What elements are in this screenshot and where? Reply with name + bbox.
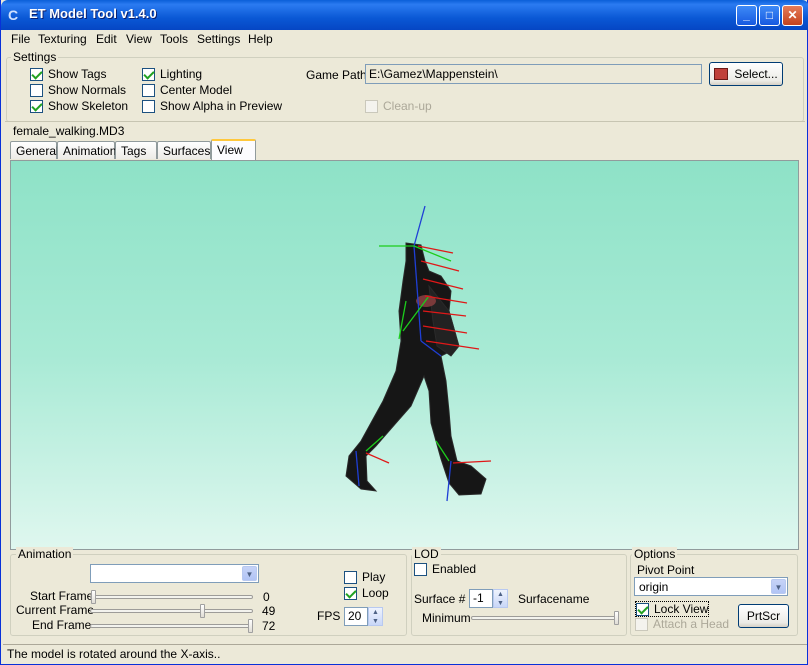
cleanup-checkbox[interactable]: Clean-up [365, 99, 432, 113]
pivot-point-label: Pivot Point [637, 563, 695, 577]
select-button[interactable]: Select... [709, 62, 783, 86]
lod-legend: LOD [412, 547, 441, 561]
animation-select[interactable]: ▼ [90, 564, 259, 583]
surfacename-label: Surfacename [518, 592, 590, 606]
tab-general[interactable]: General [10, 141, 59, 159]
menu-settings[interactable]: Settings [197, 32, 240, 46]
menu-file[interactable]: File [11, 32, 30, 46]
menu-view[interactable]: View [126, 32, 152, 46]
chevron-down-icon: ▼ [771, 579, 786, 594]
spin-up-icon: ▲ [497, 591, 504, 598]
game-path-field[interactable]: E:\Gamez\Mappenstein\ [365, 64, 702, 84]
surface-number-field[interactable]: -1 [469, 589, 493, 608]
end-frame-label: End Frame [32, 618, 92, 632]
animation-legend: Animation [16, 547, 74, 561]
center-model-checkbox[interactable]: Center Model [142, 83, 232, 97]
maximize-button[interactable]: □ [759, 5, 780, 26]
show-skeleton-checkbox[interactable]: Show Skeleton [30, 99, 128, 113]
loop-checkbox[interactable]: Loop [344, 586, 389, 600]
menu-help[interactable]: Help [248, 32, 273, 46]
start-frame-slider[interactable] [90, 590, 253, 604]
pivot-point-select[interactable]: origin ▼ [634, 577, 788, 596]
show-alpha-checkbox[interactable]: Show Alpha in Preview [142, 99, 282, 113]
menu-edit[interactable]: Edit [96, 32, 117, 46]
prtscr-button[interactable]: PrtScr [738, 604, 789, 628]
lod-minimum-slider[interactable] [471, 611, 619, 625]
select-folder-icon [714, 68, 729, 80]
menu-tools[interactable]: Tools [160, 32, 188, 46]
close-button[interactable]: ✕ [782, 5, 803, 26]
play-checkbox[interactable]: Play [344, 570, 385, 584]
end-frame-value: 72 [262, 619, 276, 633]
current-frame-slider[interactable] [90, 604, 253, 618]
settings-legend: Settings [11, 50, 59, 64]
show-normals-checkbox[interactable]: Show Normals [30, 83, 126, 97]
current-frame-value: 49 [262, 604, 276, 618]
current-frame-label: Current Frame [16, 603, 95, 617]
options-legend: Options [632, 547, 678, 561]
title-bar[interactable]: C ET Model Tool v1.4.0 _ □ ✕ [1, 0, 808, 30]
fps-label: FPS [317, 609, 341, 623]
surface-number-label: Surface # [414, 592, 466, 606]
status-bar: The model is rotated around the X-axis.. [3, 644, 807, 663]
model-render [345, 205, 492, 502]
spin-down-icon: ▼ [497, 599, 504, 607]
start-frame-value: 0 [263, 590, 270, 604]
surface-spinner[interactable]: ▲ ▼ [493, 589, 508, 608]
tab-animation[interactable]: Animation [57, 141, 116, 159]
spin-up-icon: ▲ [372, 609, 379, 616]
lock-view-checkbox[interactable]: Lock View [635, 601, 710, 617]
show-tags-checkbox[interactable]: Show Tags [30, 67, 106, 81]
chevron-down-icon: ▼ [242, 566, 257, 581]
divider [5, 121, 805, 122]
tab-surfaces[interactable]: Surfaces [157, 141, 211, 159]
minimize-button[interactable]: _ [736, 5, 757, 26]
menu-bar: File Texturing Edit View Tools Settings … [5, 30, 805, 50]
model-name: female_walking.MD3 [13, 124, 125, 138]
lighting-checkbox[interactable]: Lighting [142, 67, 202, 81]
spin-down-icon: ▼ [372, 617, 379, 625]
attach-head-checkbox[interactable]: Attach a Head [635, 617, 729, 631]
start-frame-label: Start Frame [30, 589, 94, 603]
main-window: C ET Model Tool v1.4.0 _ □ ✕ File Textur… [0, 0, 808, 665]
end-frame-slider[interactable] [90, 619, 253, 633]
app-icon: C [8, 7, 19, 23]
menu-texturing[interactable]: Texturing [38, 32, 87, 46]
window-title: ET Model Tool v1.4.0 [29, 6, 157, 21]
tab-view[interactable]: View [211, 139, 256, 160]
minimum-label: Minimum [422, 611, 471, 625]
lod-enabled-checkbox[interactable]: Enabled [414, 562, 476, 576]
tab-tags[interactable]: Tags [115, 141, 157, 159]
model-viewport[interactable] [10, 160, 799, 550]
fps-spinner[interactable]: ▲ ▼ [368, 607, 383, 626]
game-path-label: Game Path [306, 68, 367, 82]
fps-field[interactable]: 20 [344, 607, 368, 626]
